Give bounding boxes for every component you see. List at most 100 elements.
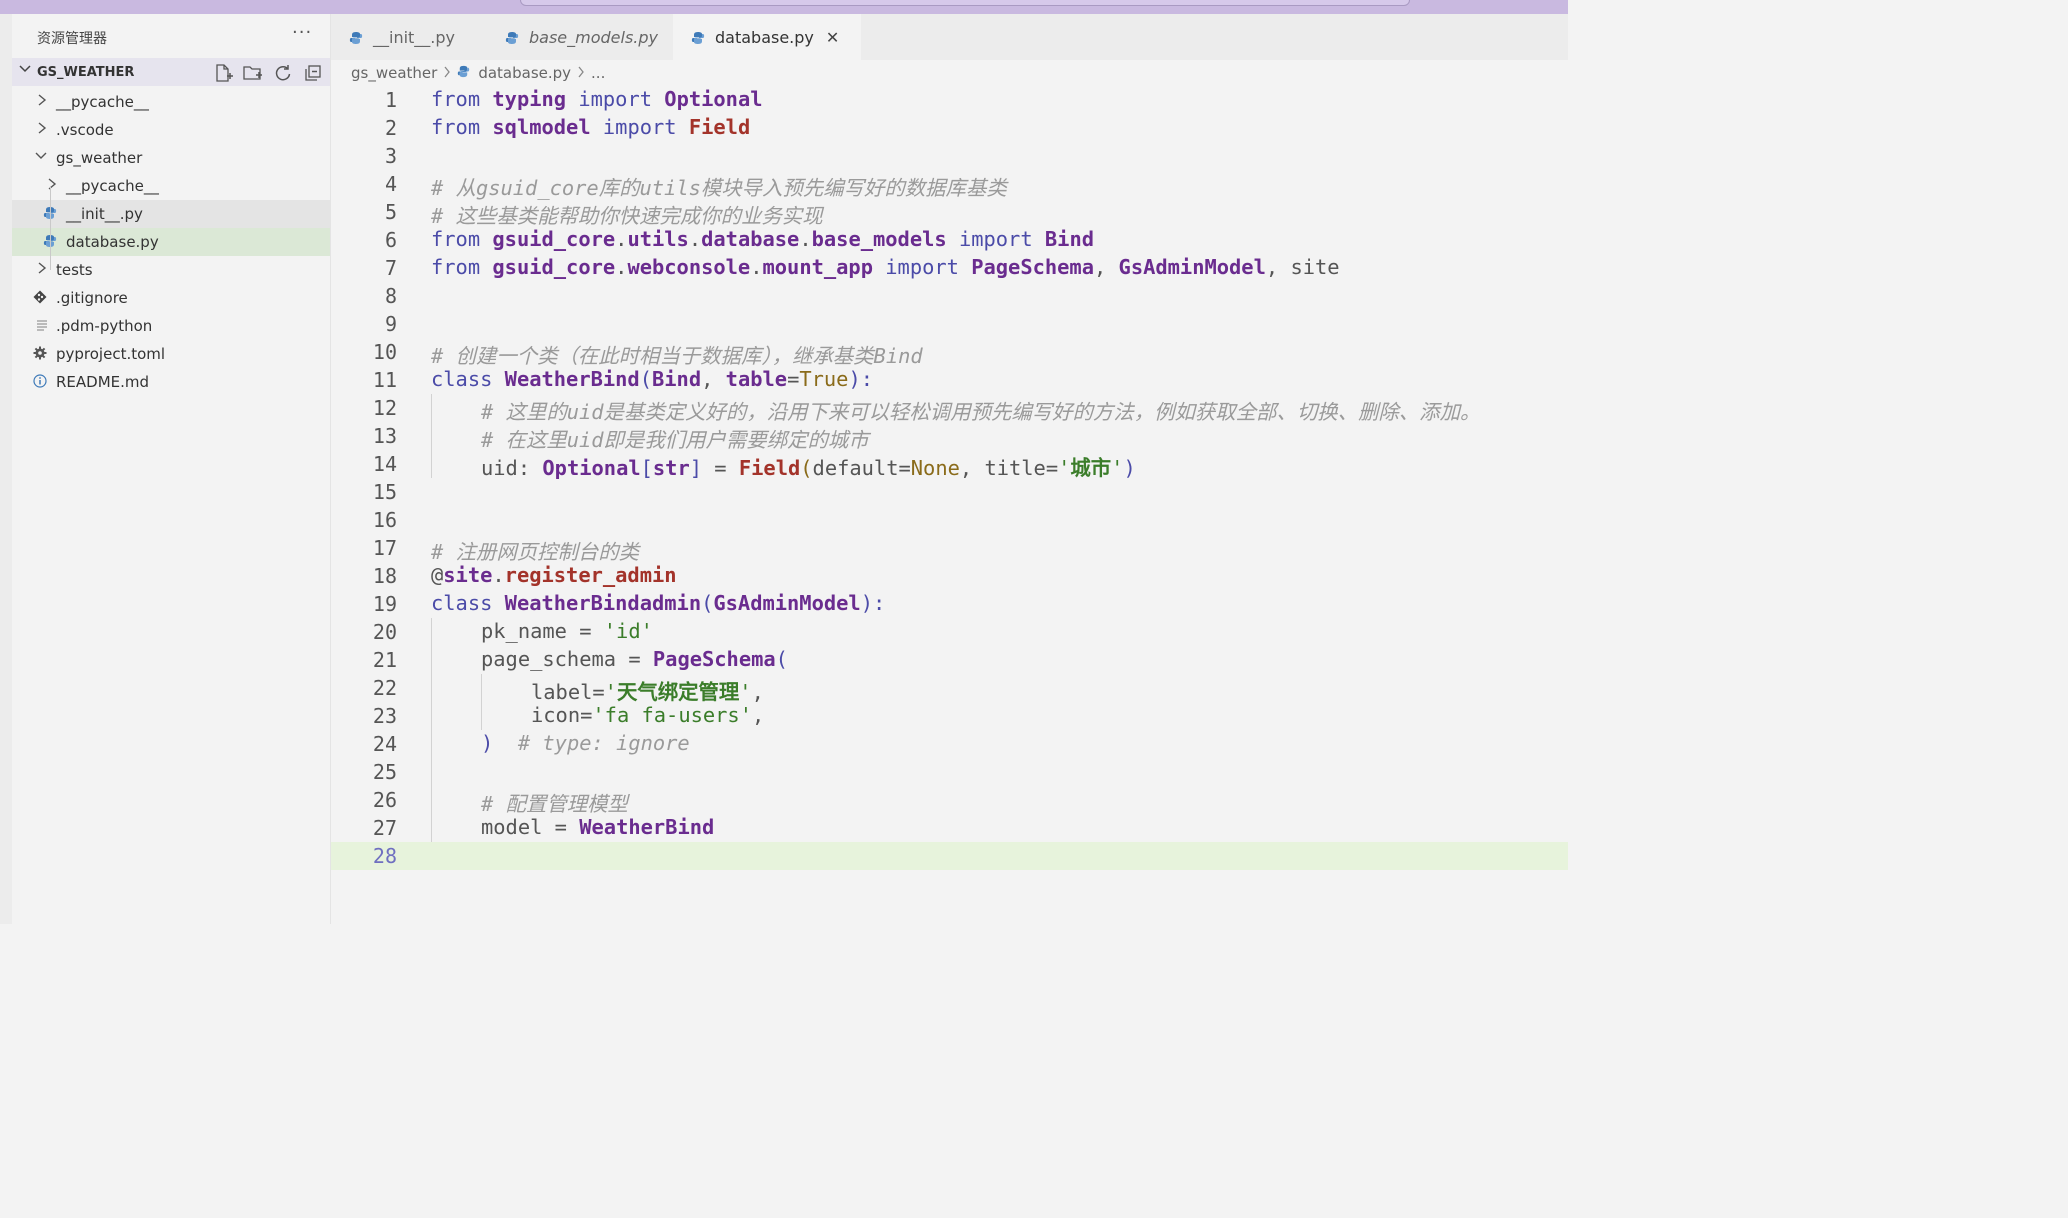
code-text: uid: Optional[str] = Field(default=None,… — [481, 451, 1136, 481]
git-icon — [33, 290, 47, 304]
token: = — [702, 456, 739, 480]
line-number: 9 — [384, 312, 397, 336]
tree-item-database-py[interactable]: database.py — [12, 228, 330, 256]
tree-item-pycache-root[interactable]: __pycache__ — [12, 88, 330, 116]
code-comment: # 在这里uid即是我们用户需要绑定的城市 — [481, 428, 869, 452]
token: . — [688, 227, 702, 251]
line-number: 21 — [372, 648, 397, 672]
tree-item-vscode[interactable]: .vscode — [12, 116, 330, 144]
code-text: pk_name = 'id' — [481, 619, 653, 643]
line-number: 26 — [372, 788, 397, 812]
tree-item-label: pyproject.toml — [56, 345, 166, 363]
token: GsAdminModel — [1118, 255, 1266, 279]
python-file-icon — [691, 30, 705, 44]
breadcrumb-folder[interactable]: gs_weather — [351, 64, 437, 82]
line-number: 10 — [372, 340, 397, 364]
line-number: 8 — [384, 284, 397, 308]
tab-base-models-py[interactable]: base_models.py — [505, 14, 673, 60]
tree-item-readme[interactable]: README.md — [12, 368, 330, 396]
workspace-folder-header[interactable]: GS_WEATHER — [12, 58, 330, 86]
token: from — [431, 255, 481, 279]
line-number: 27 — [372, 816, 397, 840]
chevron-right-icon — [36, 93, 48, 107]
token: title — [984, 456, 1046, 480]
gear-icon — [33, 346, 47, 360]
workspace-folder-name: GS_WEATHER — [37, 65, 135, 80]
line-number: 23 — [372, 704, 397, 728]
token: from — [431, 227, 481, 251]
code-comment: # 注册网页控制台的类 — [431, 540, 640, 564]
python-file-icon — [457, 64, 470, 82]
token: class — [431, 367, 493, 391]
token: ) — [481, 731, 494, 755]
tree-item-pdm-python[interactable]: .pdm-python — [12, 312, 330, 340]
code-text: class WeatherBindadmin(GsAdminModel): — [431, 591, 885, 615]
code-line-17: 17 # 注册网页控制台的类 — [331, 534, 1568, 564]
line-number: 17 — [372, 536, 397, 560]
token: utils — [627, 227, 689, 251]
token: ' — [604, 680, 617, 704]
token: WeatherBind — [504, 367, 640, 391]
breadcrumb: gs_weather database.py ... — [351, 64, 605, 82]
code-text: from gsuid_core.webconsole.mount_app imp… — [431, 255, 1340, 279]
code-line-15: 15 — [331, 478, 1568, 506]
token: . — [750, 255, 763, 279]
token: import — [578, 87, 653, 111]
tab-database-py[interactable]: database.py ✕ — [673, 14, 861, 60]
token: page_schema — [481, 647, 617, 671]
code-editor[interactable]: 1 from typing import Optional 2 from sql… — [331, 86, 1568, 924]
token: : — [517, 456, 543, 480]
token: # type: ignore — [517, 731, 690, 755]
explorer-title: 资源管理器 — [37, 31, 107, 47]
line-number: 3 — [384, 144, 397, 168]
breadcrumb-file[interactable]: database.py — [478, 64, 571, 82]
tree-item-pycache-nested[interactable]: __pycache__ — [12, 172, 330, 200]
token: from — [431, 115, 481, 139]
code-line-11: 11 class WeatherBind(Bind, table=True): — [331, 366, 1568, 394]
collapse-all-icon[interactable] — [302, 62, 324, 84]
code-line-2: 2 from sqlmodel import Field — [331, 114, 1568, 142]
token: = — [898, 456, 911, 480]
tree-item-gitignore[interactable]: .gitignore — [12, 284, 330, 312]
new-file-icon[interactable] — [212, 62, 234, 84]
line-number: 20 — [372, 620, 397, 644]
code-text: page_schema = PageSchema( — [481, 647, 788, 671]
line-number: 28 — [372, 844, 397, 868]
code-line-10: 10 # 创建一个类（在此时相当于数据库），继承基类Bind — [331, 338, 1568, 368]
breadcrumb-more[interactable]: ... — [591, 64, 605, 82]
tree-item-tests[interactable]: tests — [12, 256, 330, 284]
token: , — [1265, 255, 1291, 279]
token: pk_name — [481, 619, 567, 643]
tree-item-gs-weather[interactable]: gs_weather — [12, 144, 330, 172]
code-line-22: 22 label='天气绑定管理', — [331, 674, 1568, 705]
explorer-actions — [212, 62, 324, 84]
tab-init-py[interactable]: __init__.py — [331, 14, 509, 60]
command-center[interactable] — [520, 0, 1410, 6]
new-folder-icon[interactable] — [242, 62, 264, 84]
more-actions-icon[interactable]: ··· — [292, 22, 312, 43]
token: , — [751, 703, 765, 727]
token: Bind — [1044, 227, 1094, 251]
code-text: model = WeatherBind — [481, 815, 714, 839]
code-line-18: 18 @site.register_admin — [331, 562, 1568, 590]
line-number: 18 — [372, 564, 397, 588]
tree-item-init-py[interactable]: __init__.py — [12, 200, 330, 228]
code-line-7: 7 from gsuid_core.webconsole.mount_app i… — [331, 254, 1568, 282]
tree-item-label: .pdm-python — [56, 317, 153, 335]
close-icon[interactable]: ✕ — [826, 28, 839, 47]
refresh-icon[interactable] — [272, 62, 294, 84]
token: sqlmodel — [492, 115, 591, 139]
code-text: label='天气绑定管理', — [531, 675, 764, 705]
token: register_admin — [504, 563, 677, 587]
tree-item-pyproject[interactable]: pyproject.toml — [12, 340, 330, 368]
tab-label: database.py — [715, 27, 814, 47]
